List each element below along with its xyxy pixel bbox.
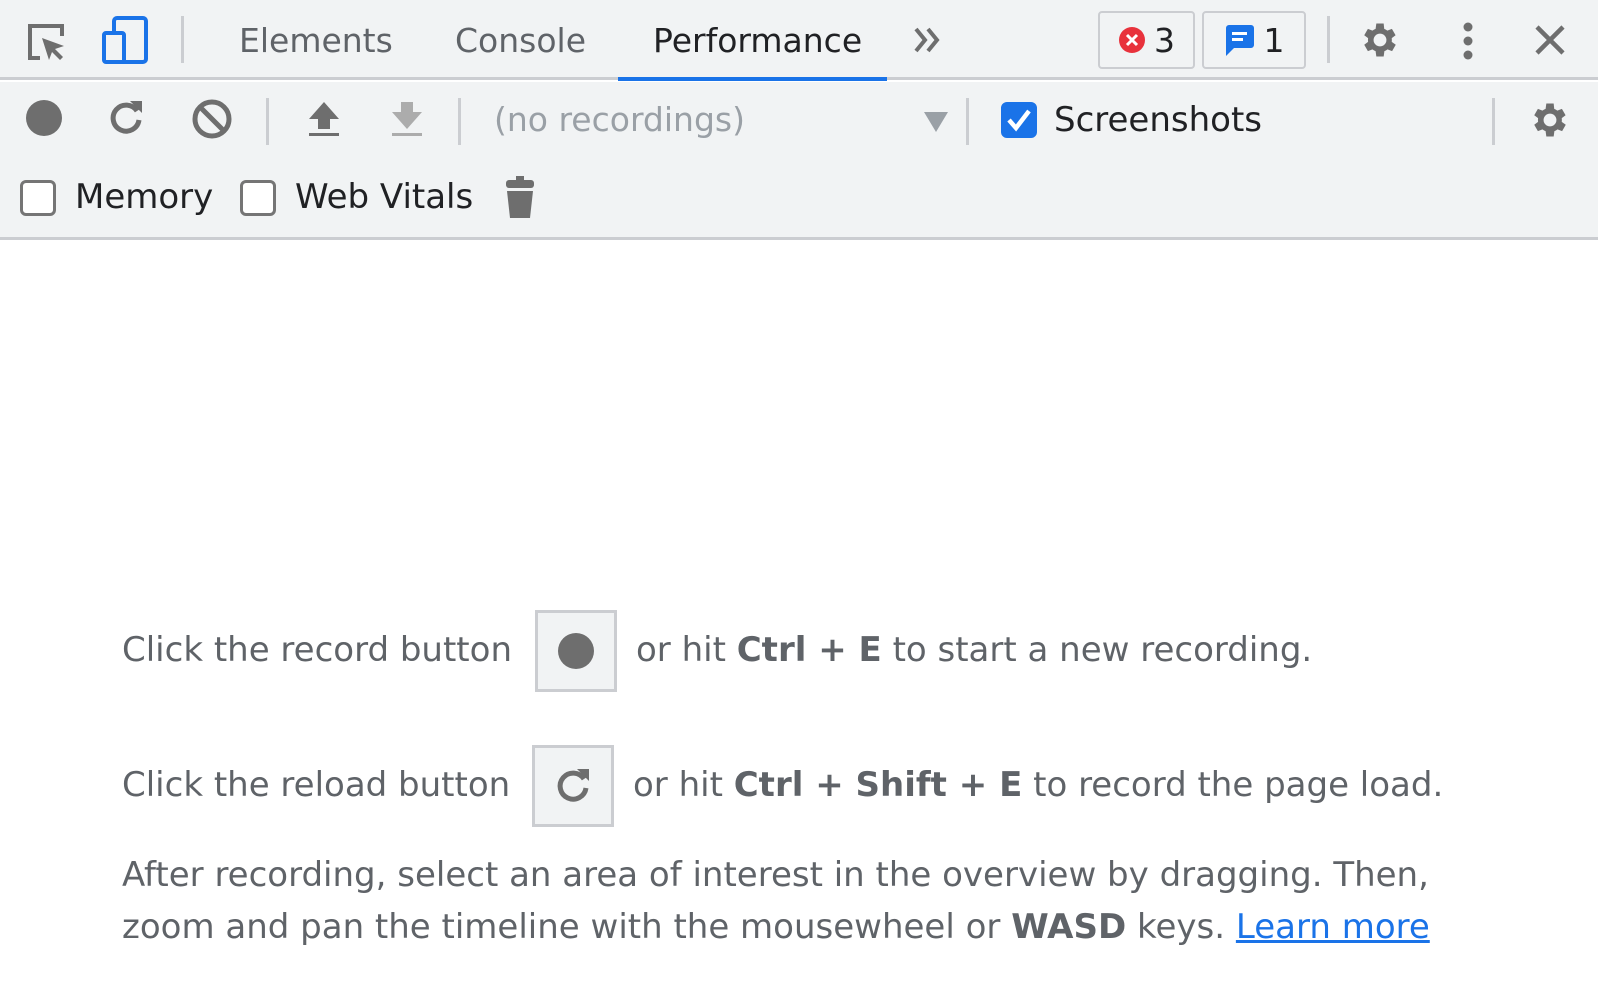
tab-label: Performance <box>653 20 863 60</box>
kebab-menu-icon[interactable] <box>1448 18 1488 64</box>
errors-count: 3 <box>1154 20 1175 60</box>
record-instructions: Click the record button <box>122 630 512 670</box>
tab-console[interactable]: Console <box>455 0 586 80</box>
reload-icon[interactable] <box>104 96 148 140</box>
devtools-tabbar: Elements Console Performance 3 1 <box>0 0 1598 81</box>
record-icon <box>558 633 594 669</box>
instruction-text: Click the record button <box>122 630 512 670</box>
help-text-line-1: After recording, select an area of inter… <box>122 855 1429 895</box>
inline-reload-button[interactable] <box>532 745 614 827</box>
web-vitals-checkbox[interactable] <box>240 180 276 216</box>
instruction-text: or hit <box>633 765 723 805</box>
tab-label: Console <box>455 20 587 60</box>
help-text-line-2: zoom and pan the timeline with the mouse… <box>122 907 1430 947</box>
trash-icon[interactable] <box>500 175 540 219</box>
instruction-text: keys. <box>1137 907 1226 947</box>
active-tab-indicator <box>618 77 887 81</box>
reload-shortcut-text: or hit Ctrl + Shift + E to record the pa… <box>633 765 1443 805</box>
message-icon <box>1225 25 1254 56</box>
instruction-text: After recording, select an area of inter… <box>122 855 1429 895</box>
gear-icon[interactable] <box>1356 16 1404 64</box>
tab-performance[interactable]: Performance <box>653 0 862 80</box>
errors-counter-button[interactable]: 3 <box>1098 11 1195 69</box>
record-icon[interactable] <box>22 96 66 140</box>
instruction-text: zoom and pan the timeline with the mouse… <box>122 907 1001 947</box>
checkmark-icon <box>1007 109 1031 132</box>
upload-icon[interactable] <box>302 96 346 142</box>
tab-elements[interactable]: Elements <box>239 0 393 80</box>
memory-checkbox[interactable] <box>20 180 56 216</box>
inline-record-button[interactable] <box>535 610 617 692</box>
messages-count: 1 <box>1263 20 1285 60</box>
record-shortcut: Ctrl + E <box>736 630 882 670</box>
dropdown-arrow-icon[interactable] <box>924 112 948 132</box>
reload-instructions: Click the reload button <box>122 765 510 805</box>
tab-label: Elements <box>239 20 393 60</box>
double-chevron-right-icon[interactable] <box>908 22 948 58</box>
record-shortcut-text: or hit Ctrl + E to start a new recording… <box>636 630 1312 670</box>
divider <box>1327 16 1330 63</box>
close-icon[interactable] <box>1530 20 1570 60</box>
web-vitals-label: Web Vitals <box>295 177 474 217</box>
recordings-select[interactable]: (no recordings) <box>494 100 745 139</box>
divider <box>266 98 269 145</box>
wasd-keys: WASD <box>1011 907 1127 947</box>
divider <box>181 16 184 63</box>
divider <box>1492 98 1495 145</box>
screenshots-checkbox[interactable] <box>1001 102 1037 138</box>
download-icon[interactable] <box>385 96 429 142</box>
reload-icon <box>557 769 589 802</box>
learn-more-link[interactable]: Learn more <box>1236 907 1430 947</box>
device-toolbar-icon[interactable] <box>100 14 152 66</box>
messages-counter-button[interactable]: 1 <box>1202 11 1306 69</box>
performance-toolbar: (no recordings) Screenshots Memory Web V… <box>0 82 1598 240</box>
divider <box>966 98 969 145</box>
instruction-text: or hit <box>636 630 726 670</box>
inspect-element-icon[interactable] <box>22 18 70 66</box>
screenshots-label: Screenshots <box>1054 100 1263 140</box>
divider <box>458 98 461 145</box>
reload-shortcut: Ctrl + Shift + E <box>733 765 1023 805</box>
clear-icon[interactable] <box>189 96 235 142</box>
capture-settings-gear-icon[interactable] <box>1526 96 1574 144</box>
error-icon <box>1119 27 1145 53</box>
memory-label: Memory <box>75 177 214 217</box>
instruction-text: to start a new recording. <box>892 630 1313 670</box>
instruction-text: to record the page load. <box>1033 765 1444 805</box>
instruction-text: Click the reload button <box>122 765 511 805</box>
